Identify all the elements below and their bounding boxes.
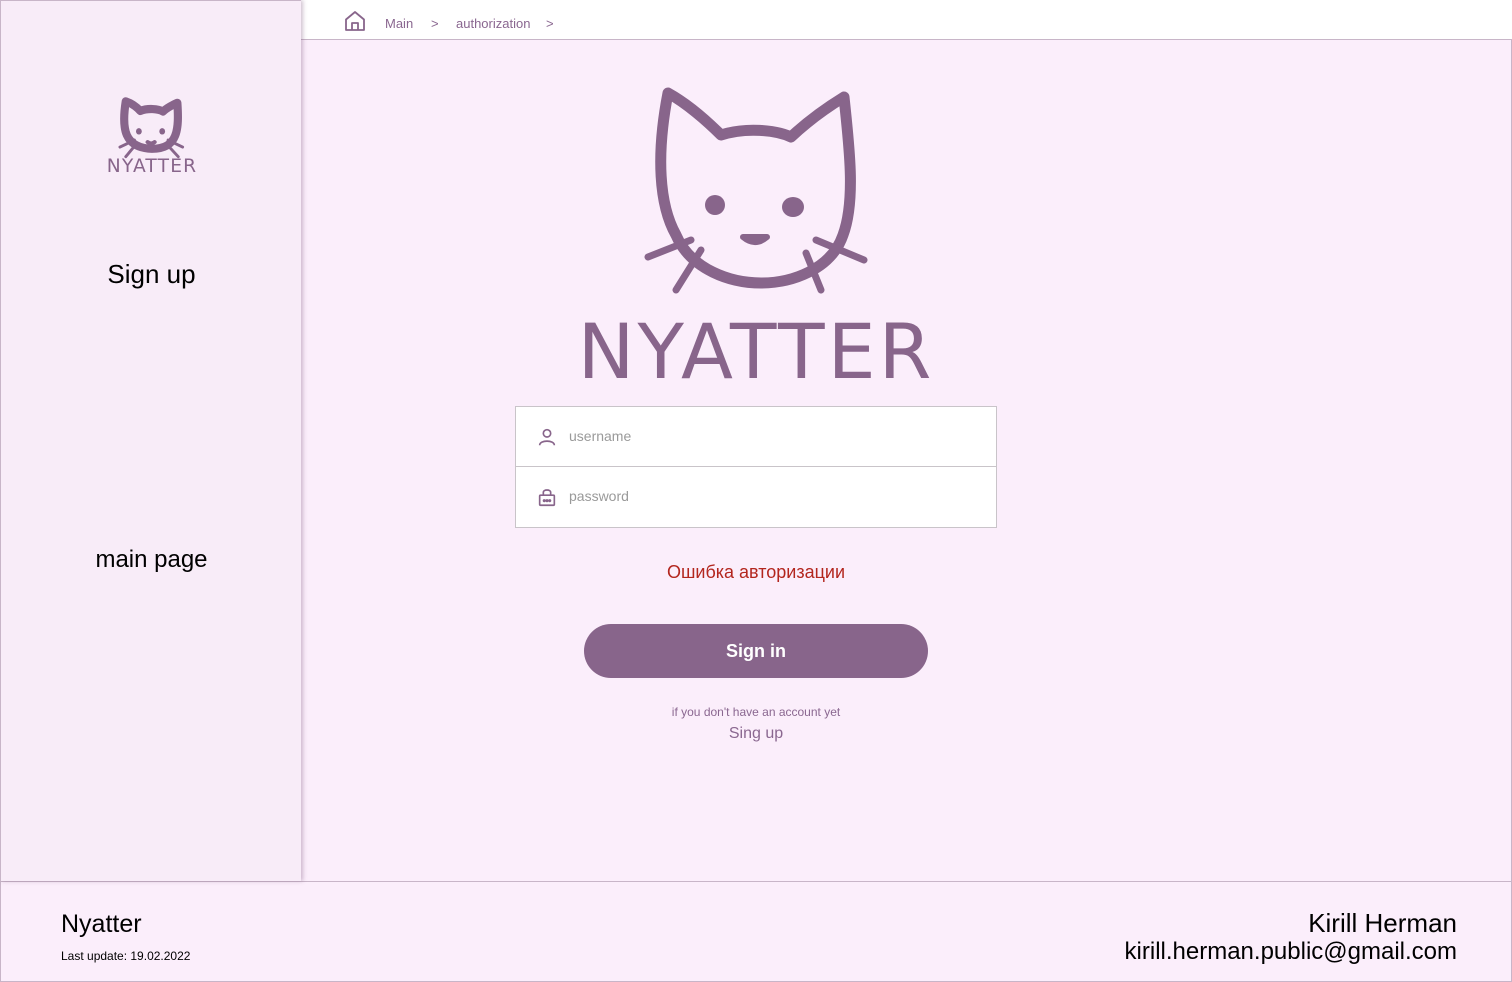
password-row bbox=[516, 467, 996, 527]
svg-text:NYATTER: NYATTER bbox=[581, 307, 931, 385]
username-input[interactable] bbox=[569, 407, 979, 465]
sidebar-item-signup[interactable]: Sign up bbox=[1, 259, 302, 290]
no-account-hint: if you don't have an account yet bbox=[671, 705, 841, 719]
password-input[interactable] bbox=[569, 467, 979, 525]
svg-text:NYATTER: NYATTER bbox=[107, 156, 198, 173]
footer-brand: Nyatter bbox=[61, 910, 142, 938]
page-root: NYATTER Sign up main page Main > authori… bbox=[0, 0, 1512, 982]
footer: Nyatter Last update: 19.02.2022 Kirill H… bbox=[0, 881, 1512, 982]
breadcrumb-authorization[interactable]: authorization bbox=[456, 16, 530, 31]
footer-author-email[interactable]: kirill.herman.public@gmail.com bbox=[1125, 938, 1457, 966]
sidebar-item-main-page[interactable]: main page bbox=[1, 546, 302, 574]
username-row bbox=[516, 407, 996, 467]
footer-author-name: Kirill Herman bbox=[1308, 908, 1457, 938]
nyatter-logo-large: NYATTER bbox=[581, 87, 931, 385]
nyatter-logo[interactable]: NYATTER bbox=[101, 85, 203, 173]
breadcrumb-bar: Main > authorization > bbox=[301, 0, 1512, 40]
sign-in-button[interactable]: Sign in bbox=[584, 624, 928, 678]
footer-last-update: Last update: 19.02.2022 bbox=[61, 949, 191, 963]
auth-error-message: Ошибка авторизации bbox=[666, 562, 846, 582]
home-icon[interactable] bbox=[343, 9, 367, 33]
main-content: NYATTER Ошибка автор bbox=[301, 40, 1512, 881]
sidebar: NYATTER Sign up main page bbox=[0, 0, 301, 881]
login-form bbox=[515, 406, 997, 528]
sign-up-link[interactable]: Sing up bbox=[301, 725, 1211, 743]
breadcrumb-separator: > bbox=[546, 16, 554, 31]
breadcrumb-main[interactable]: Main bbox=[385, 16, 413, 31]
user-icon bbox=[538, 428, 556, 446]
breadcrumb-separator: > bbox=[431, 16, 439, 31]
lock-icon bbox=[538, 489, 556, 507]
